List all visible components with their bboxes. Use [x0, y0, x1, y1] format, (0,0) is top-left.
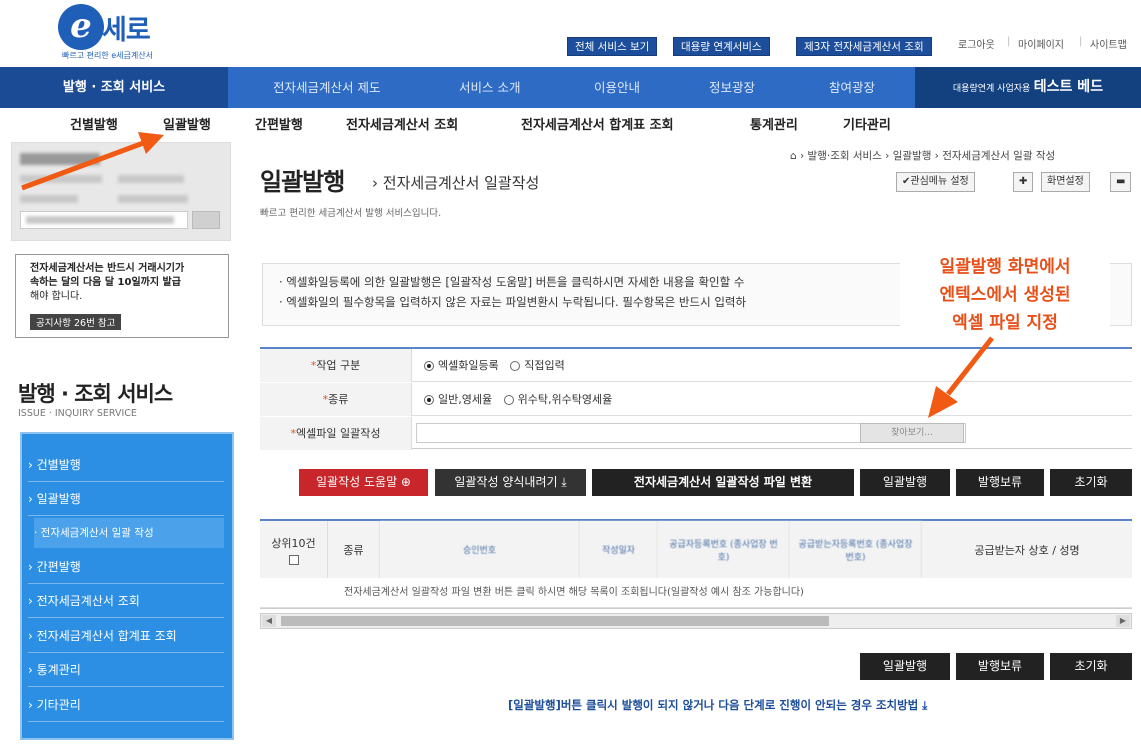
arrow-line-left	[21, 139, 147, 191]
annotation-arrows	[21, 132, 994, 418]
arrow-line-right	[946, 336, 994, 396]
